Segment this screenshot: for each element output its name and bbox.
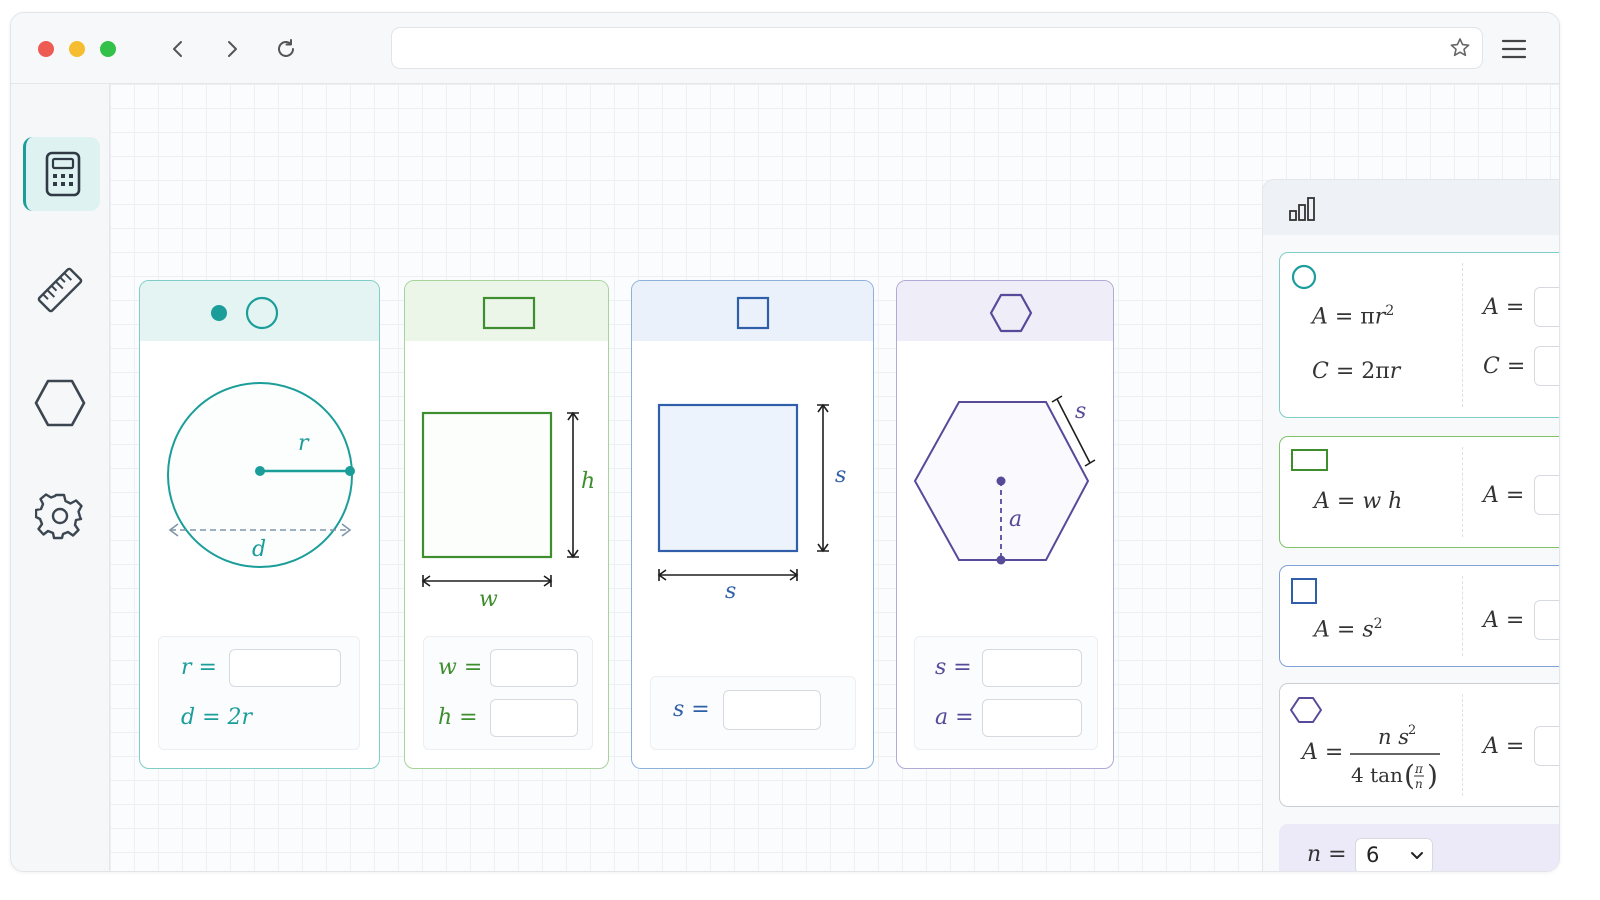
rectangle-input-box: w = h = [423, 636, 593, 750]
sides-selector-bar: n = 6 [1279, 824, 1559, 871]
circle-card[interactable]: r d r = d = 2r [139, 280, 380, 769]
square-formula-card: A = s2 A = [1279, 565, 1559, 667]
circle-circumference-output-label: C = [1483, 354, 1526, 379]
square-area-output-label: A = [1483, 608, 1525, 633]
diameter-label: d [252, 537, 267, 562]
ruler-icon [37, 267, 83, 313]
circle-area-output-label: A = [1483, 295, 1525, 320]
width-input-label: w = [438, 655, 483, 680]
hexagon-area-output-label: A = [1483, 734, 1525, 759]
width-label: w [479, 587, 498, 612]
square-card[interactable]: s s s = [631, 280, 874, 769]
svg-text:n: n [1415, 777, 1423, 791]
hexagon-icon [34, 379, 86, 427]
chevron-right-icon [228, 41, 237, 57]
rectangle-area-output-label: A = [1483, 483, 1525, 508]
side-input[interactable] [723, 690, 821, 730]
chevron-left-icon [173, 41, 182, 57]
svg-text:4 tan: 4 tan [1351, 763, 1403, 787]
hexagon-side-input-label: s = [935, 655, 972, 680]
apothem-input[interactable] [982, 699, 1082, 737]
sidebar-item-calculator[interactable] [23, 137, 100, 211]
hexagon-side-input[interactable] [982, 649, 1082, 687]
hamburger-icon [1501, 39, 1527, 59]
circle-circumference-output[interactable] [1534, 346, 1559, 386]
formula-divider [1462, 576, 1463, 656]
hexagon-input-box: s = a = [914, 636, 1098, 750]
back-button[interactable] [162, 33, 194, 65]
hexagon-formula-card: A = n s 2 4 tan ( π n ) A = [1279, 683, 1559, 807]
hexagon-side-label: s [1075, 399, 1087, 424]
address-bar[interactable] [391, 27, 1483, 69]
svg-text:2: 2 [1408, 723, 1416, 738]
square-input-box: s = [650, 676, 856, 750]
square-icon [1291, 578, 1317, 604]
rectangle-area-output[interactable] [1534, 475, 1559, 515]
side-label-horizontal: s [725, 579, 737, 604]
diameter-note: d = 2r [181, 705, 253, 730]
star-icon [1450, 38, 1470, 57]
height-input-label: h = [438, 705, 478, 730]
bookmark-button[interactable] [1448, 36, 1472, 60]
sides-select-value: 6 [1366, 843, 1380, 867]
square-area-output[interactable] [1534, 600, 1559, 640]
circle-circumference-formula: C = 2πr [1312, 359, 1401, 384]
formula-divider [1462, 447, 1463, 537]
bar-chart-icon[interactable] [1288, 195, 1316, 223]
minimize-window-button[interactable] [69, 41, 85, 57]
tool-sidebar [11, 84, 110, 871]
svg-text:n s: n s [1378, 725, 1409, 749]
sidebar-item-settings[interactable] [23, 479, 97, 553]
circle-icon [1291, 264, 1317, 290]
calculator-icon [45, 151, 81, 197]
circle-area-formula: A = πr2 [1312, 303, 1395, 330]
rectangle-area-formula: A = w h [1314, 489, 1403, 514]
reload-button[interactable] [270, 33, 302, 65]
svg-text:(: ( [1404, 759, 1415, 792]
circle-formula-card: A = πr2 C = 2πr A = C = [1279, 252, 1559, 418]
hexagon-icon [1290, 697, 1322, 723]
svg-text:): ) [1427, 759, 1438, 792]
formula-divider [1462, 263, 1463, 407]
forward-button[interactable] [216, 33, 248, 65]
hexagon-area-fraction: n s 2 4 tan ( π n ) [1350, 723, 1440, 792]
panel-header [1263, 180, 1559, 235]
apothem-input-label: a = [935, 705, 974, 730]
height-label: h [581, 469, 596, 494]
rectangle-card[interactable]: h w w = h = [404, 280, 609, 769]
side-label-vertical: s [835, 463, 847, 488]
hexagon-area-output[interactable] [1534, 726, 1559, 766]
close-window-button[interactable] [38, 41, 54, 57]
hexagon-area-formula: A = [1302, 740, 1344, 765]
svg-text:π: π [1414, 762, 1424, 776]
sides-label: n = [1307, 842, 1347, 867]
browser-window: r d r = d = 2r h w w = h = s s s = s a s… [10, 12, 1560, 872]
hexagon-card[interactable]: s a s = a = [896, 280, 1114, 769]
rectangle-icon [1291, 449, 1328, 471]
sides-select[interactable]: 6 [1355, 838, 1433, 871]
circle-input-box: r = d = 2r [158, 636, 360, 750]
square-area-formula: A = s2 [1314, 616, 1383, 643]
maximize-window-button[interactable] [100, 41, 116, 57]
browser-menu-button[interactable] [1499, 35, 1529, 63]
formula-divider [1462, 694, 1463, 796]
radius-label: r [298, 431, 309, 456]
workspace-canvas: r d r = d = 2r h w w = h = s s s = s a s… [110, 84, 1559, 871]
circle-area-output[interactable] [1534, 287, 1559, 327]
width-input[interactable] [490, 649, 578, 687]
rectangle-formula-card: A = w h A = [1279, 436, 1559, 548]
radius-input[interactable] [229, 649, 341, 687]
sidebar-item-ruler[interactable] [23, 253, 97, 327]
gear-icon [35, 493, 83, 540]
chevron-down-icon [1411, 852, 1423, 859]
reload-icon [278, 39, 294, 57]
side-input-label: s = [673, 697, 710, 722]
sidebar-item-hexagon[interactable] [23, 366, 97, 440]
height-input[interactable] [490, 699, 578, 737]
title-bar [11, 13, 1559, 84]
formula-panel: A = πr2 C = 2πr A = C = A = w h A = A = … [1262, 179, 1559, 871]
apothem-label: a [1009, 507, 1023, 532]
radius-input-label: r = [181, 655, 217, 680]
